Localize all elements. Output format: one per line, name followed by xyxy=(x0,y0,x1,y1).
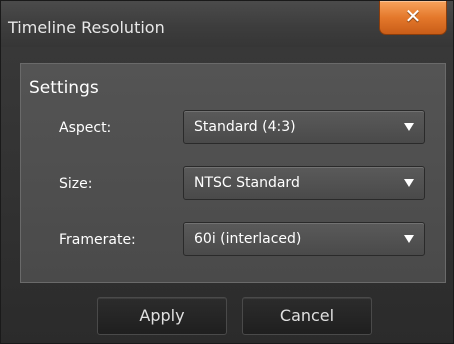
framerate-label: Framerate: xyxy=(59,232,136,248)
close-button[interactable]: ✕ xyxy=(379,1,447,35)
chevron-down-icon xyxy=(404,235,414,243)
size-value: NTSC Standard xyxy=(194,175,300,191)
aspect-value: Standard (4:3) xyxy=(194,119,296,135)
aspect-select[interactable]: Standard (4:3) xyxy=(183,110,425,144)
cancel-button[interactable]: Cancel xyxy=(242,297,372,335)
timeline-resolution-dialog: Timeline Resolution ✕ Settings Aspect: S… xyxy=(0,0,454,344)
chevron-down-icon xyxy=(404,179,414,187)
dialog-title: Timeline Resolution xyxy=(8,18,165,37)
settings-heading: Settings xyxy=(29,78,99,98)
framerate-value: 60i (interlaced) xyxy=(194,231,302,247)
settings-panel: Settings Aspect: Standard (4:3) Size: NT… xyxy=(20,63,446,283)
close-icon: ✕ xyxy=(404,4,422,28)
apply-button[interactable]: Apply xyxy=(97,297,227,335)
aspect-label: Aspect: xyxy=(59,120,112,136)
size-select[interactable]: NTSC Standard xyxy=(183,166,425,200)
chevron-down-icon xyxy=(404,123,414,131)
title-bar: Timeline Resolution ✕ xyxy=(1,1,453,47)
size-label: Size: xyxy=(59,176,93,192)
framerate-select[interactable]: 60i (interlaced) xyxy=(183,222,425,256)
